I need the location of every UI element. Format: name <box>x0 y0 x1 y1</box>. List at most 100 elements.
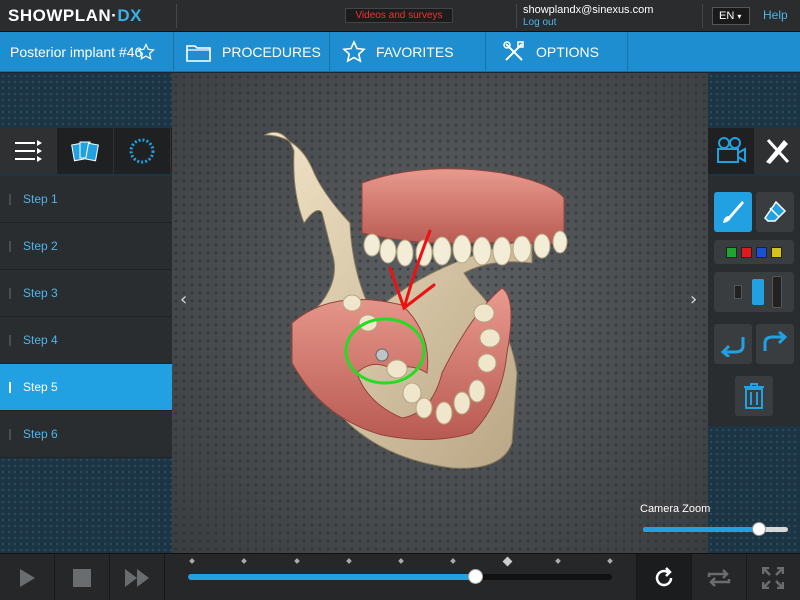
timeline-step-tick[interactable] <box>345 558 352 564</box>
step-item-active[interactable]: Step 5 <box>0 364 172 411</box>
step-marker <box>9 429 11 440</box>
teeth-cards-icon <box>71 141 99 162</box>
divider <box>164 554 165 600</box>
eraser-icon <box>764 200 787 222</box>
step-item[interactable]: Step 1 <box>0 176 172 223</box>
case-title: Posterior implant #46 <box>10 44 143 60</box>
app-logo: SHOWPLAN·DX <box>8 6 142 25</box>
3d-viewport[interactable]: ‹ › <box>172 73 708 553</box>
step-item[interactable]: Step 3 <box>0 270 172 317</box>
top-bar: SHOWPLAN·DX Videos and surveys showpland… <box>0 0 800 32</box>
timeline-step-tick[interactable] <box>607 558 613 564</box>
step-marker <box>9 335 11 346</box>
brush-size-large[interactable] <box>772 276 782 308</box>
camera-zoom-slider[interactable] <box>643 522 788 536</box>
brush-size-small[interactable] <box>734 285 742 299</box>
nav-bar: Posterior implant #46 PROCEDURES FAVORIT… <box>0 32 800 72</box>
camera-icon <box>717 137 746 163</box>
timeline-step-tick[interactable] <box>554 558 561 564</box>
timeline-step-tick[interactable] <box>241 558 248 564</box>
step-label: Step 3 <box>23 286 58 300</box>
color-swatch-green[interactable] <box>726 246 737 258</box>
case-title-section: Posterior implant #46 <box>0 32 174 72</box>
spinner-icon <box>129 138 155 164</box>
previous-view-icon[interactable]: ‹ <box>180 289 187 310</box>
brush-size-medium[interactable] <box>752 279 764 305</box>
trash-icon <box>744 383 764 409</box>
step-item[interactable]: Step 6 <box>0 411 172 458</box>
step-label: Step 5 <box>23 380 58 394</box>
loop-button[interactable] <box>692 554 746 600</box>
favorites-tab[interactable]: FAVORITES <box>330 32 486 72</box>
fullscreen-icon <box>762 566 784 589</box>
implant-marker[interactable] <box>375 348 389 362</box>
redo-button[interactable] <box>756 324 794 364</box>
eraser-button[interactable] <box>756 192 794 232</box>
procedures-tab[interactable]: PROCEDURES <box>174 32 330 72</box>
draw-tools-icon <box>766 138 790 164</box>
loop-icon <box>707 568 731 587</box>
language-select[interactable]: EN ▾ <box>712 7 750 25</box>
tools-icon <box>503 41 524 61</box>
star-icon <box>342 40 366 63</box>
brush-icon <box>723 201 744 223</box>
next-view-icon[interactable]: › <box>690 289 697 310</box>
timeline[interactable] <box>188 554 616 600</box>
timeline-step-tick[interactable] <box>189 558 195 564</box>
camera-zoom-label: Camera Zoom <box>640 503 711 515</box>
brush-button[interactable] <box>714 192 752 232</box>
timeline-step-tick[interactable] <box>502 556 512 567</box>
refresh-icon <box>655 566 673 586</box>
step-item[interactable]: Step 2 <box>0 223 172 270</box>
camera-zoom-handle[interactable] <box>752 522 766 536</box>
undo-icon <box>720 337 745 357</box>
step-label: Step 4 <box>23 333 58 347</box>
tab-drawing-tools[interactable] <box>754 128 800 174</box>
favorites-label: FAVORITES <box>376 44 454 60</box>
stop-button[interactable] <box>55 554 109 600</box>
videos-surveys-link[interactable]: Videos and surveys <box>345 8 453 23</box>
play-icon <box>20 568 35 587</box>
tab-steps[interactable] <box>0 128 57 174</box>
step-marker <box>9 288 11 299</box>
color-swatch-yellow[interactable] <box>771 246 782 258</box>
color-swatch-red[interactable] <box>741 246 752 258</box>
timeline-track[interactable] <box>188 569 612 584</box>
fullscreen-button[interactable] <box>746 554 800 600</box>
reset-view-button[interactable] <box>637 554 691 600</box>
jaw-model[interactable]: ‹ › <box>172 73 708 553</box>
left-panel-tabs <box>0 128 172 174</box>
steps-list-icon <box>15 140 42 162</box>
divider <box>516 4 517 28</box>
clear-drawing-button[interactable] <box>735 376 773 416</box>
timeline-step-tick[interactable] <box>398 558 404 564</box>
options-label: OPTIONS <box>536 44 600 60</box>
step-marker <box>9 241 11 252</box>
step-label: Step 2 <box>23 239 58 253</box>
tab-camera[interactable] <box>708 128 754 174</box>
star-icon[interactable] <box>137 43 155 61</box>
undo-button[interactable] <box>714 324 752 364</box>
timeline-step-tick[interactable] <box>293 558 300 564</box>
timeline-handle[interactable] <box>468 569 484 584</box>
help-link[interactable]: Help <box>763 8 788 22</box>
divider <box>702 4 703 28</box>
stop-icon <box>73 568 91 587</box>
play-button[interactable] <box>0 554 54 600</box>
step-marker <box>9 382 11 393</box>
timeline-step-tick[interactable] <box>450 558 457 564</box>
step-item[interactable]: Step 4 <box>0 317 172 364</box>
camera-zoom-fill <box>643 527 759 532</box>
playback-bar <box>0 553 800 600</box>
folder-icon <box>186 45 211 62</box>
logout-link[interactable]: Log out <box>523 17 556 28</box>
timeline-progress <box>188 574 477 580</box>
fast-forward-button[interactable] <box>110 554 164 600</box>
step-marker <box>9 194 11 205</box>
tab-teeth-cards[interactable] <box>57 128 114 174</box>
options-tab[interactable]: OPTIONS <box>486 32 628 72</box>
tab-timer[interactable] <box>114 128 171 174</box>
color-swatch-blue[interactable] <box>756 246 767 258</box>
procedures-label: PROCEDURES <box>222 44 321 60</box>
step-label: Step 6 <box>23 427 58 441</box>
